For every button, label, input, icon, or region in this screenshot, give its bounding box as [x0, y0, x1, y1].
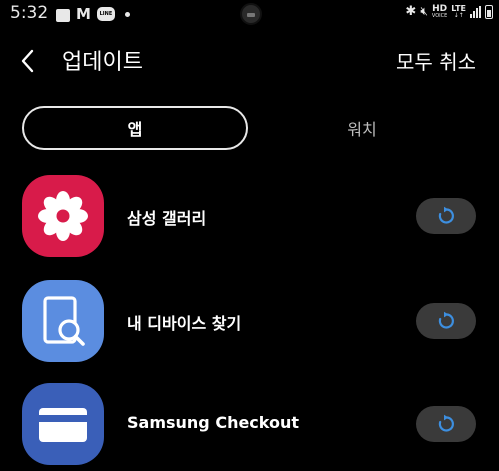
refresh-icon [438, 206, 454, 224]
credit-card-icon [22, 383, 104, 465]
lte-icon: LTE ↓↑ [451, 3, 466, 19]
tab-apps[interactable]: 앱 [22, 106, 248, 150]
update-button[interactable] [416, 198, 476, 234]
back-arrow-icon[interactable] [16, 48, 42, 74]
cancel-all-button[interactable]: 모두 취소 [396, 46, 476, 75]
camera-cutout-icon [240, 3, 262, 25]
list-item[interactable]: 삼성 갤러리 [0, 175, 499, 259]
bluetooth-icon: ✱ [405, 4, 417, 19]
list-item[interactable]: Samsung Checkout [0, 383, 499, 467]
app-name: 삼성 갤러리 [127, 209, 207, 228]
refresh-icon [438, 311, 454, 329]
gallery-flower-icon [22, 175, 104, 257]
system-status-icons: ✱ 🔇︎ HD VOICE LTE ↓↑ [405, 4, 493, 19]
battery-icon [485, 4, 493, 19]
app-name: Samsung Checkout [127, 413, 300, 432]
tab-watch[interactable]: 워치 [248, 106, 476, 150]
update-button[interactable] [416, 303, 476, 339]
tab-bar: 앱 워치 [22, 106, 476, 150]
list-item[interactable]: 내 디바이스 찾기 [0, 280, 499, 364]
signal-strength-icon [470, 5, 481, 18]
line-app-icon: LINE [96, 7, 115, 21]
notification-icons: M LINE [56, 5, 130, 23]
mute-icon: 🔇︎ [420, 4, 428, 18]
find-my-device-icon [22, 280, 104, 362]
status-bar: 5:32 M LINE ✱ 🔇︎ HD VOICE LTE ↓↑ [0, 0, 499, 30]
status-time: 5:32 [10, 3, 49, 23]
app-name: 내 디바이스 찾기 [127, 314, 242, 333]
update-button[interactable] [416, 406, 476, 442]
refresh-icon [438, 414, 454, 432]
app-bar: 업데이트 모두 취소 [0, 40, 499, 84]
more-notifications-dot-icon [124, 11, 130, 17]
hd-voice-icon: HD VOICE [431, 3, 448, 19]
shopping-bag-icon [56, 9, 70, 22]
page-title: 업데이트 [62, 50, 143, 75]
gmail-icon: M [76, 5, 91, 23]
